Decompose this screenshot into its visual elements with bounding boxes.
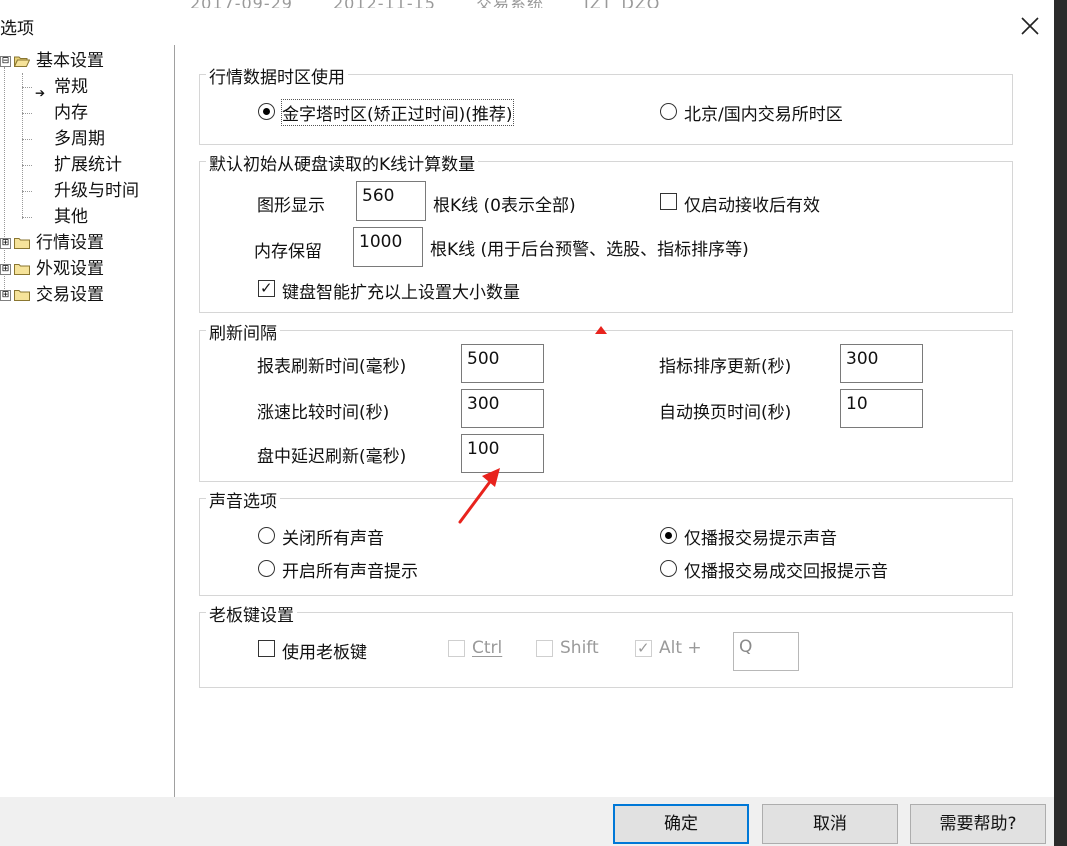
radio-label[interactable]: 开启所有声音提示	[282, 557, 418, 582]
close-icon[interactable]	[1018, 14, 1042, 38]
speed-compare-input[interactable]: 300	[461, 389, 544, 428]
tree-item-quote[interactable]: ⊞ 行情设置	[0, 231, 170, 255]
settings-tree: ⊟ 基本设置 ➔ 常规 内存 多周期 扩展统计 升级与时间 其他 ⊞ 行情设置 …	[0, 45, 175, 798]
tree-item-basic[interactable]: ⊟ 基本设置	[0, 49, 170, 73]
red-triangle-marker-icon	[595, 326, 607, 334]
intraday-delay-label: 盘中延迟刷新(毫秒)	[257, 447, 407, 467]
settings-panel: 行情数据时区使用 金字塔时区(矫正过时间)(推荐) 北京/国内交易所时区 默认初…	[176, 45, 1054, 797]
alt-label: Alt +	[659, 638, 702, 658]
graph-kline-count-input[interactable]: 560	[356, 181, 426, 221]
auto-page-label: 自动换页时间(秒)	[659, 403, 792, 423]
radio-pyramid-timezone[interactable]	[258, 103, 275, 120]
checkbox-label[interactable]: 键盘智能扩充以上设置大小数量	[282, 278, 520, 303]
expand-icon[interactable]: ⊞	[0, 238, 11, 249]
ctrl-checkbox[interactable]	[448, 640, 465, 657]
red-arrow-annotation-icon	[458, 468, 500, 524]
radio-label[interactable]: 北京/国内交易所时区	[684, 100, 843, 125]
group-boss-key: 老板键设置 使用老板键 Ctrl Shift ✓ Alt + Q	[199, 601, 1013, 688]
group-sound: 声音选项 关闭所有声音 仅播报交易提示声音 开启所有声音提示 仅播报交易成交回报…	[199, 487, 1013, 596]
memory-kline-count-input[interactable]: 1000	[353, 227, 423, 267]
alt-checkbox[interactable]: ✓	[635, 639, 652, 657]
group-title: 声音选项	[206, 487, 280, 512]
auto-page-input[interactable]: 10	[840, 389, 923, 428]
ctrl-label: Ctrl	[472, 638, 503, 658]
memory-keep-label: 内存保留	[254, 242, 322, 262]
group-timezone: 行情数据时区使用 金字塔时区(矫正过时间)(推荐) 北京/国内交易所时区	[199, 63, 1013, 145]
tree-label: 常规	[54, 77, 88, 97]
group-title: 行情数据时区使用	[206, 63, 348, 88]
checkbox-label[interactable]: 使用老板键	[282, 638, 367, 663]
tree-item-trading[interactable]: ⊞ 交易设置	[0, 283, 170, 307]
check-icon: ✓	[260, 279, 273, 297]
expand-icon[interactable]: ⊞	[0, 264, 11, 275]
only-after-start-checkbox[interactable]	[660, 193, 677, 210]
folder-icon	[14, 238, 30, 249]
group-kline-count: 默认初始从硬盘读取的K线计算数量 图形显示 560 根K线 (0表示全部) 仅启…	[199, 150, 1013, 313]
radio-trade-hint-sound[interactable]	[660, 527, 677, 544]
cancel-button[interactable]: 取消	[762, 804, 898, 844]
folder-open-icon	[14, 56, 30, 67]
group-title: 刷新间隔	[206, 319, 280, 344]
radio-label[interactable]: 金字塔时区(矫正过时间)(推荐)	[281, 99, 514, 126]
tree-label: 内存	[54, 103, 88, 123]
use-boss-key-checkbox[interactable]	[258, 640, 275, 657]
tree-item-appearance[interactable]: ⊞ 外观设置	[0, 257, 170, 281]
tree-item-general[interactable]: ➔ 常规	[0, 75, 170, 100]
speed-compare-label: 涨速比较时间(秒)	[257, 403, 390, 423]
radio-open-all-sound[interactable]	[258, 560, 275, 577]
check-icon: ✓	[637, 639, 650, 657]
tree-label: 交易设置	[36, 285, 104, 305]
group-title: 默认初始从硬盘读取的K线计算数量	[206, 150, 479, 175]
tree-label: 行情设置	[36, 233, 104, 253]
tree-item-upgrade-time[interactable]: 升级与时间	[0, 179, 170, 203]
radio-label[interactable]: 关闭所有声音	[282, 524, 384, 549]
radio-label[interactable]: 仅播报交易提示声音	[684, 524, 837, 549]
tree-item-ext-stats[interactable]: 扩展统计	[0, 153, 170, 177]
graph-suffix-label: 根K线 (0表示全部)	[433, 196, 576, 216]
radio-trade-fill-sound[interactable]	[660, 560, 677, 577]
tree-item-memory[interactable]: 内存	[0, 101, 170, 125]
tree-item-multiperiod[interactable]: 多周期	[0, 127, 170, 151]
memory-suffix-label: 根K线 (用于后台预警、选股、指标排序等)	[430, 240, 749, 260]
radio-close-all-sound[interactable]	[258, 527, 275, 544]
background-edge	[1054, 0, 1067, 846]
tree-label: 基本设置	[36, 51, 104, 71]
radio-beijing-timezone[interactable]	[660, 103, 677, 120]
tree-label: 升级与时间	[54, 181, 139, 201]
report-refresh-label: 报表刷新时间(毫秒)	[257, 357, 407, 377]
help-button[interactable]: 需要帮助?	[910, 804, 1046, 844]
folder-icon	[14, 290, 30, 301]
expand-icon[interactable]: ⊞	[0, 290, 11, 301]
dialog-footer: 确定 取消 需要帮助?	[0, 797, 1054, 846]
collapse-icon[interactable]: ⊟	[0, 56, 11, 67]
background-window-text: 2017-09-292012-11-15交易系统JZT_DZO	[190, 0, 700, 8]
group-refresh: 刷新间隔 报表刷新时间(毫秒) 500 指标排序更新(秒) 300 涨速比较时间…	[199, 319, 1013, 482]
shift-label: Shift	[560, 638, 599, 658]
indicator-sort-label: 指标排序更新(秒)	[659, 357, 792, 377]
shift-checkbox[interactable]	[536, 640, 553, 657]
smart-expand-checkbox[interactable]: ✓	[258, 279, 275, 297]
tree-label: 其他	[54, 207, 88, 227]
checkbox-label[interactable]: 仅启动接收后有效	[684, 191, 820, 216]
folder-icon	[14, 264, 30, 275]
boss-hotkey-input[interactable]: Q	[733, 632, 799, 671]
radio-label[interactable]: 仅播报交易成交回报提示音	[684, 557, 888, 582]
graph-display-label: 图形显示	[257, 196, 325, 216]
tree-label: 外观设置	[36, 259, 104, 279]
indicator-sort-input[interactable]: 300	[840, 344, 923, 383]
ok-button[interactable]: 确定	[613, 804, 749, 844]
tree-item-other[interactable]: 其他	[0, 205, 170, 229]
tree-label: 多周期	[54, 129, 105, 149]
group-title: 老板键设置	[206, 601, 297, 626]
tree-label: 扩展统计	[54, 155, 122, 175]
window-title: 选项	[0, 19, 34, 39]
report-refresh-input[interactable]: 500	[461, 344, 544, 383]
